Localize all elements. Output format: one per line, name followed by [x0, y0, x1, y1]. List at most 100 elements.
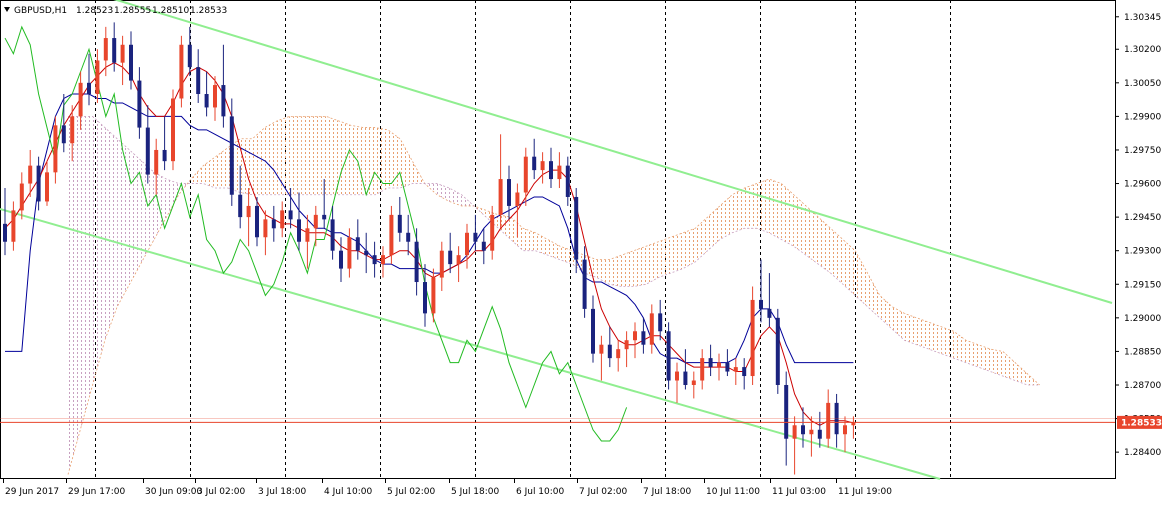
- candle-body: [549, 161, 553, 180]
- cloud-segment: [289, 116, 302, 195]
- candle-body: [322, 214, 327, 220]
- candle-body: [591, 308, 595, 354]
- y-tick-label: 1.29600: [1124, 180, 1161, 190]
- y-tick-label: 1.28400: [1124, 448, 1161, 458]
- candle-body: [339, 250, 343, 269]
- cloud-segment: [683, 228, 696, 269]
- candle-body: [162, 149, 167, 162]
- candle-body: [784, 384, 789, 439]
- candle-body: [154, 149, 159, 175]
- candle-body: [515, 192, 520, 206]
- price-chart[interactable]: 1.30345 1.30200 1.30050 1.29900 1.29750 1.296…: [0, 0, 1162, 501]
- x-tick-label: 11 Jul 03:00: [772, 487, 826, 497]
- cloud-segment: [92, 116, 105, 385]
- candle-body: [565, 165, 570, 197]
- cloud-segment: [904, 313, 917, 345]
- candle-body: [759, 299, 763, 309]
- candle-body: [817, 429, 822, 439]
- cloud-segment: [621, 250, 634, 287]
- candle-body: [691, 380, 696, 385]
- candle-body: [28, 165, 33, 184]
- candle-body: [3, 223, 7, 242]
- candle-body: [557, 165, 562, 180]
- candle-body: [666, 331, 671, 381]
- candle-body: [87, 82, 91, 95]
- x-tick-label: 5 Jul 18:00: [451, 487, 500, 497]
- y-tick-label: 1.28850: [1124, 347, 1161, 357]
- cloud-segment: [240, 138, 253, 195]
- candle-body: [120, 44, 125, 63]
- y-tick-label: 1.29300: [1124, 247, 1161, 257]
- candle-body: [809, 429, 814, 435]
- x-tick-label: 3 Jul 18:00: [258, 487, 307, 497]
- y-tick-label: 1.29150: [1124, 280, 1161, 290]
- candle-body: [733, 367, 738, 372]
- cloud-segment: [387, 129, 401, 189]
- cloud-segment: [301, 116, 314, 195]
- candle-body: [372, 255, 377, 265]
- ohlc-low: 1.28510: [152, 6, 189, 16]
- candle-body: [305, 228, 310, 242]
- candle-body: [725, 362, 730, 372]
- cloud-segment: [916, 317, 929, 350]
- y-tick-label: 1.29450: [1124, 213, 1161, 223]
- candle-body: [481, 241, 486, 251]
- cloud-segment: [264, 120, 278, 195]
- candle-body: [658, 313, 663, 332]
- cloud-segment: [375, 127, 388, 195]
- candle-body: [826, 402, 831, 439]
- candle-body: [179, 44, 184, 99]
- candle-body: [45, 172, 49, 202]
- candle-body: [431, 277, 436, 314]
- candle-body: [456, 255, 461, 265]
- candle-body: [801, 425, 805, 435]
- candle-body: [423, 282, 427, 314]
- cloud-segment: [633, 246, 647, 287]
- cloud-segment: [363, 127, 376, 195]
- candle-body: [78, 82, 83, 117]
- candle-body: [406, 232, 411, 242]
- cloud-segment: [941, 326, 954, 359]
- candle-body: [263, 219, 268, 238]
- cloud-segment: [756, 179, 770, 233]
- candle-body: [297, 219, 301, 242]
- candle-body: [473, 232, 478, 242]
- chart-background: [0, 0, 1162, 501]
- x-tick-label: 3 Jul 02:00: [197, 487, 246, 497]
- current-price-tag: 1.28533: [1117, 415, 1162, 429]
- candle-body: [271, 219, 276, 229]
- candle-body: [616, 349, 621, 359]
- current-price-tag-label: 1.28533: [1121, 418, 1162, 428]
- cloud-segment: [929, 322, 942, 354]
- candle-body: [717, 362, 721, 368]
- candle-body: [675, 371, 679, 381]
- candle-body: [112, 38, 117, 63]
- candle-body: [95, 60, 100, 95]
- candle-body: [599, 344, 604, 354]
- y-tick-label: 1.29900: [1124, 112, 1161, 122]
- candle-body: [145, 127, 150, 175]
- candle-body: [507, 179, 511, 206]
- candle-body: [171, 98, 175, 162]
- candle-body: [330, 219, 335, 251]
- candle-body: [465, 232, 469, 256]
- x-tick-label: 30 Jun 09:00: [145, 487, 202, 497]
- cloud-segment: [326, 116, 339, 195]
- candle-body: [364, 250, 369, 256]
- candle-body: [280, 210, 285, 229]
- candle-body: [355, 237, 360, 251]
- candle-body: [633, 331, 637, 341]
- x-tick-label: 5 Jul 02:00: [387, 487, 436, 497]
- x-tick-label: 4 Jul 10:00: [324, 487, 373, 497]
- x-tick-label: 7 Jul 18:00: [643, 487, 692, 497]
- cloud-segment: [769, 179, 782, 240]
- candle-body: [11, 210, 16, 242]
- candle-body: [607, 344, 612, 359]
- candle-body: [523, 156, 528, 193]
- candle-body: [851, 423, 856, 426]
- candle-body: [238, 194, 243, 218]
- candle-body: [683, 371, 688, 385]
- x-tick-label: 29 Jun 2017: [5, 487, 59, 497]
- candle-body: [53, 125, 58, 173]
- cloud-segment: [80, 116, 93, 430]
